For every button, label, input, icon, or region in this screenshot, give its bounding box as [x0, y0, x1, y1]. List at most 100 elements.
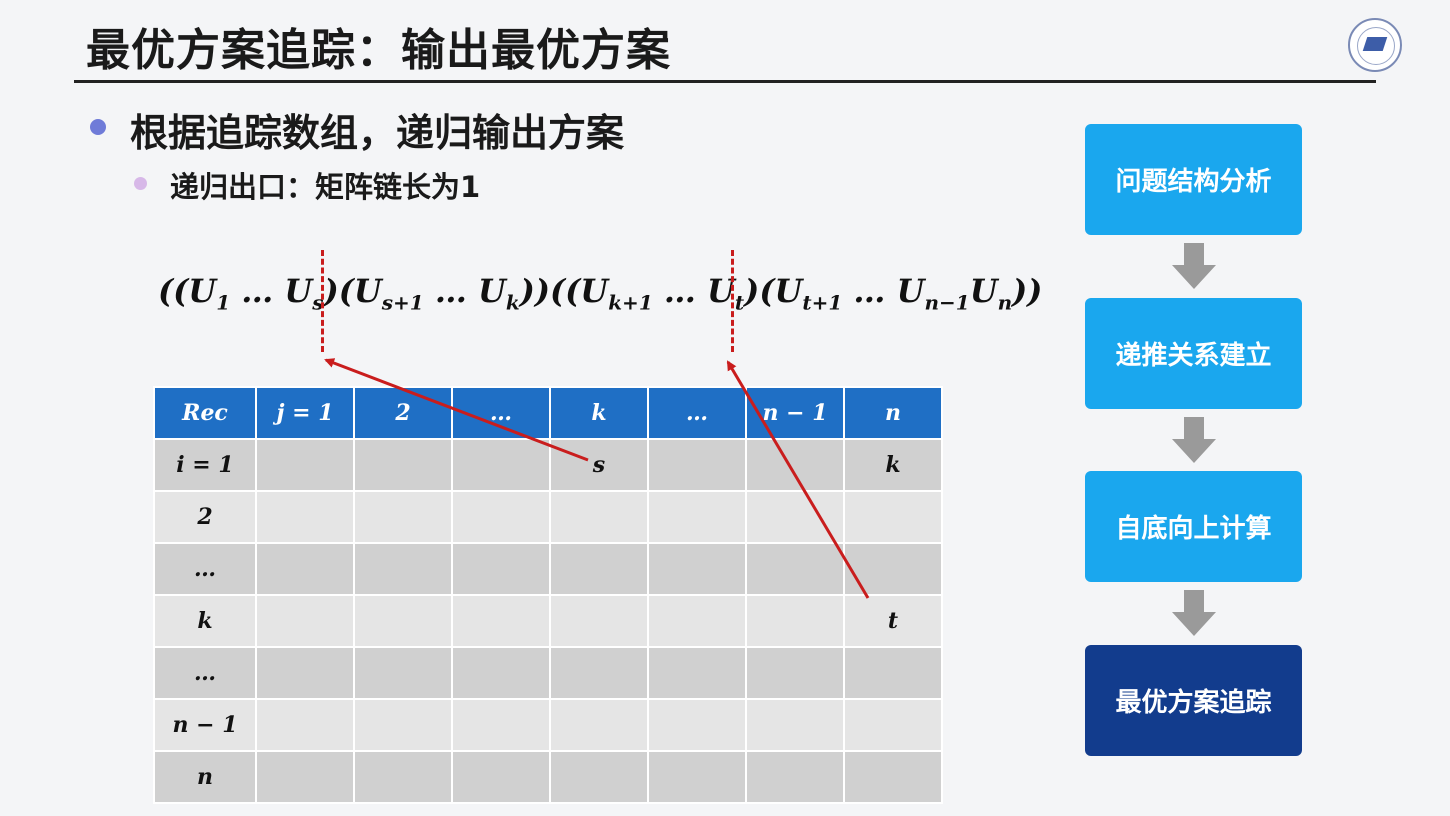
formula-subscript: k [505, 290, 520, 315]
rec-tracking-table: Rec j = 1 2 … k … n − 1 n i = 1 s k 2 … … [153, 386, 943, 804]
down-arrow-icon [1172, 590, 1216, 636]
formula-term: U [284, 272, 313, 310]
table-cell [843, 646, 943, 700]
table-cell [647, 542, 747, 596]
table-cell [549, 542, 649, 596]
table-cell [255, 594, 355, 648]
formula-paren: ))(( [519, 272, 581, 310]
formula-dots: … [230, 272, 285, 310]
table-cell [255, 646, 355, 700]
table-cell [255, 750, 355, 804]
table-cell [647, 646, 747, 700]
table-cell [451, 646, 551, 700]
formula-term: U [774, 272, 803, 310]
down-arrow-icon [1172, 417, 1216, 463]
formula-subscript: 1 [216, 290, 231, 315]
table-header-row: Rec j = 1 2 … k … n − 1 n [153, 386, 943, 440]
table-cell [255, 698, 355, 752]
formula-paren: (( [158, 272, 189, 310]
row-label-cell: n [153, 750, 257, 804]
matrix-chain-formula: ((U1 … Us)(Us+1 … Uk))((Uk+1 … Ut)(Ut+1 … [158, 272, 1042, 314]
table-cell: k [843, 438, 943, 492]
formula-term: U [477, 272, 506, 310]
table-cell [451, 438, 551, 492]
row-label-cell: … [153, 542, 257, 596]
table-row: … [153, 646, 943, 700]
table-cell [353, 542, 453, 596]
flow-step-trace-current: 最优方案追踪 [1085, 645, 1302, 756]
table-cell [647, 438, 747, 492]
table-row: n − 1 [153, 698, 943, 752]
university-logo [1348, 18, 1402, 72]
table-row: i = 1 s k [153, 438, 943, 492]
table-cell [255, 490, 355, 544]
table-cell [745, 698, 845, 752]
flow-step-bottom-up: 自底向上计算 [1085, 471, 1302, 582]
table-cell [549, 646, 649, 700]
table-cell [353, 698, 453, 752]
table-row: 2 [153, 490, 943, 544]
table-cell [451, 594, 551, 648]
formula-dots: … [652, 272, 708, 310]
header-cell: … [451, 386, 551, 440]
table-cell: t [843, 594, 943, 648]
header-cell: … [647, 386, 747, 440]
table-cell [353, 750, 453, 804]
bullet-main-text: 根据追踪数组，递归输出方案 [130, 111, 625, 155]
table-cell [451, 750, 551, 804]
bullet-sub-text: 递归出口：矩阵链长为1 [170, 170, 481, 204]
table-row: k t [153, 594, 943, 648]
table-cell [647, 594, 747, 648]
table-cell [745, 438, 845, 492]
table-cell [745, 646, 845, 700]
table-cell [353, 646, 453, 700]
table-cell [353, 594, 453, 648]
formula-subscript: t [734, 290, 745, 315]
table-cell [647, 750, 747, 804]
header-cell: j = 1 [255, 386, 355, 440]
table-cell [549, 698, 649, 752]
table-cell [843, 698, 943, 752]
formula-dots: … [423, 272, 478, 310]
title-divider [74, 80, 1376, 83]
table-cell [843, 750, 943, 804]
table-cell [843, 542, 943, 596]
formula-subscript: k+1 [608, 290, 653, 315]
header-cell: 2 [353, 386, 453, 440]
table-cell [549, 750, 649, 804]
formula-term: U [969, 272, 998, 310]
formula-dots: … [842, 272, 897, 310]
table-cell [647, 698, 747, 752]
bullet-dot-sub [134, 177, 147, 190]
table-cell [255, 542, 355, 596]
formula-subscript: s+1 [381, 290, 424, 315]
table-row: n [153, 750, 943, 804]
slide: 最优方案追踪：输出最优方案 根据追踪数组，递归输出方案 递归出口：矩阵链长为1 … [0, 0, 1450, 816]
table-cell [451, 698, 551, 752]
formula-subscript: n−1 [924, 290, 970, 315]
split-line-s [321, 250, 324, 352]
header-cell: Rec [153, 386, 257, 440]
formula-term: U [188, 272, 217, 310]
flow-step-problem-structure: 问题结构分析 [1085, 124, 1302, 235]
row-label-cell: 2 [153, 490, 257, 544]
table-cell [353, 490, 453, 544]
table-cell [549, 594, 649, 648]
header-cell: n − 1 [745, 386, 845, 440]
row-label-cell: n − 1 [153, 698, 257, 752]
table-cell: s [549, 438, 649, 492]
table-cell [745, 594, 845, 648]
table-cell [745, 490, 845, 544]
formula-subscript: n [997, 290, 1013, 315]
row-label-cell: k [153, 594, 257, 648]
table-cell [549, 490, 649, 544]
table-cell [843, 490, 943, 544]
formula-subscript: t+1 [802, 290, 843, 315]
formula-term: U [580, 272, 609, 310]
table-cell [745, 750, 845, 804]
table-row: … [153, 542, 943, 596]
flow-step-recurrence: 递推关系建立 [1085, 298, 1302, 409]
table-cell [451, 490, 551, 544]
formula-term: U [896, 272, 925, 310]
split-line-t [731, 250, 734, 352]
